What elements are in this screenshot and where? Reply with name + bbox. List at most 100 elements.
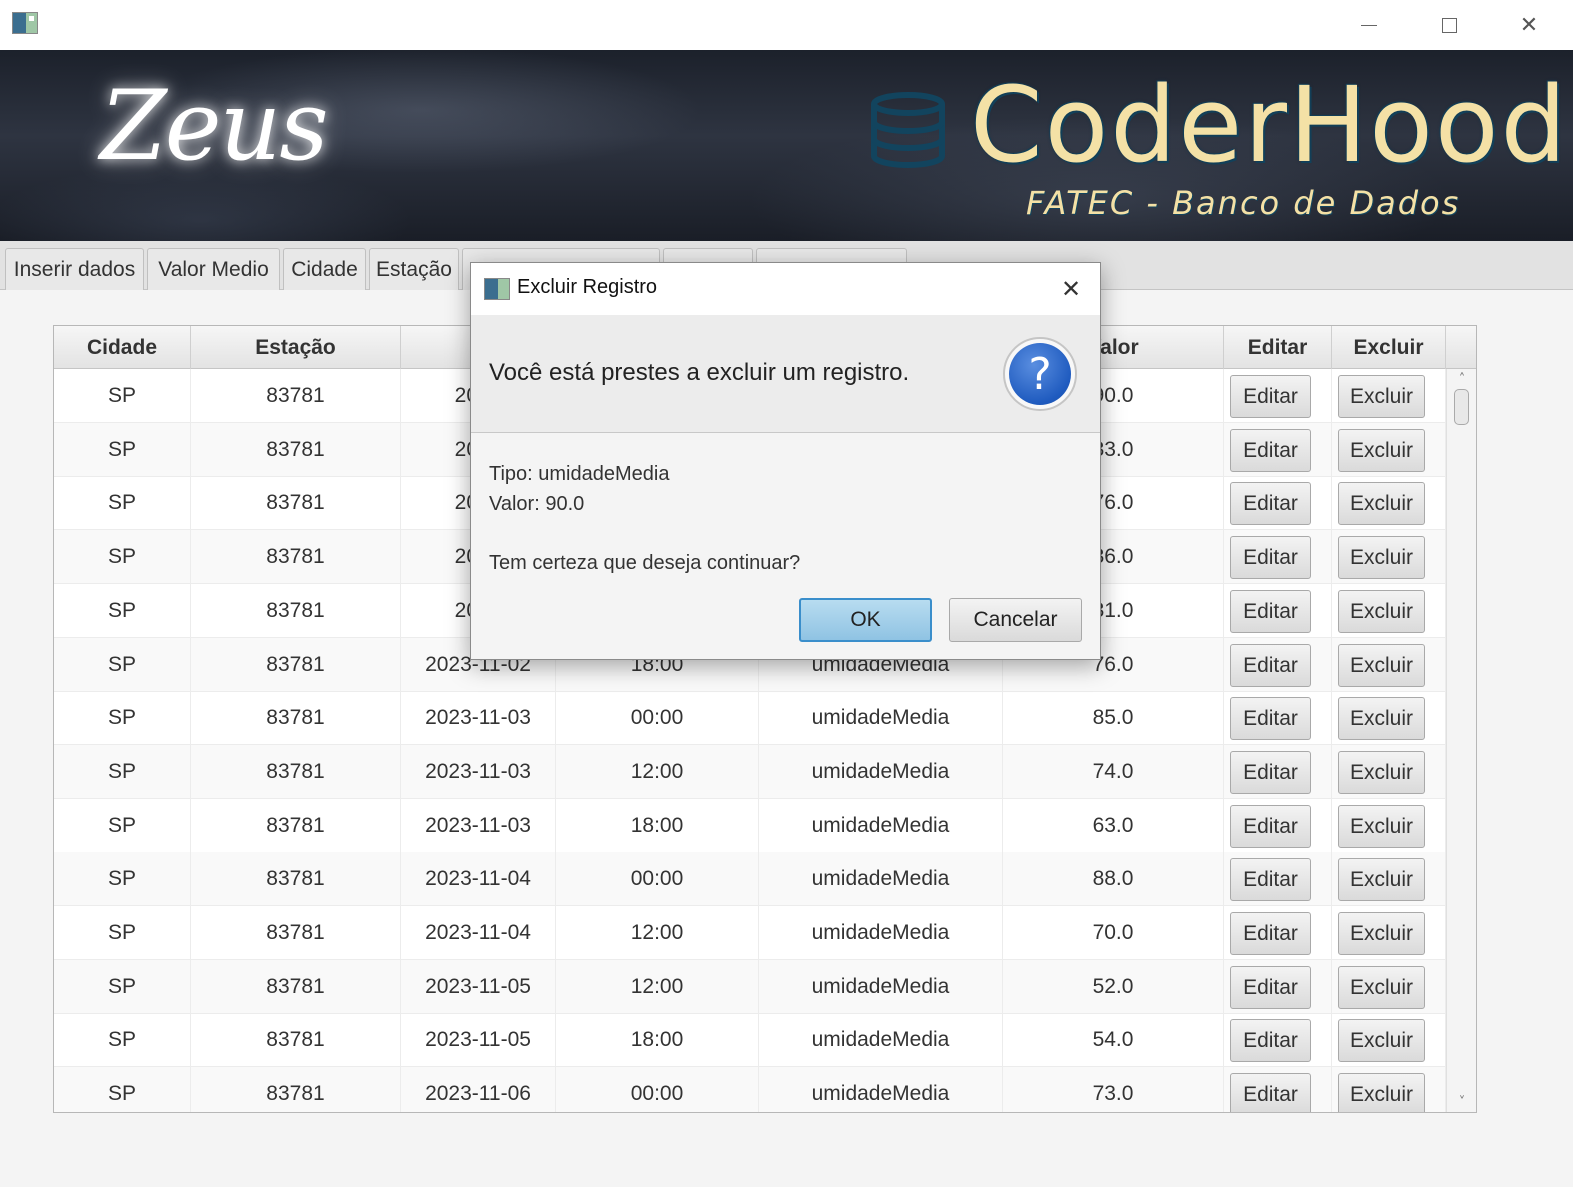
- close-icon: ✕: [1060, 275, 1082, 303]
- cell-cidade: SP: [54, 423, 191, 476]
- table-row[interactable]: SP 83781 2023-11-03 00:00 umidadeMedia 85.0 Ed…: [54, 691, 1446, 745]
- cell-estacao: 83781: [191, 960, 401, 1013]
- edit-button[interactable]: Editar: [1230, 536, 1311, 579]
- edit-button[interactable]: Editar: [1230, 912, 1311, 955]
- edit-button[interactable]: Editar: [1230, 644, 1311, 687]
- cell-valor: 70.0: [1003, 906, 1224, 959]
- cell-estacao: 83781: [191, 584, 401, 637]
- dialog-close-button[interactable]: ✕: [1051, 273, 1091, 305]
- delete-button[interactable]: Excluir: [1338, 805, 1425, 848]
- column-header-editar[interactable]: Editar: [1224, 326, 1332, 369]
- cell-data: 2023-11-03: [401, 691, 556, 744]
- cell-cidade: SP: [54, 906, 191, 959]
- tab-estacao[interactable]: Estação: [369, 248, 459, 290]
- cell-hora: 18:00: [556, 799, 759, 852]
- app-icon: [12, 12, 38, 34]
- cell-valor: 85.0: [1003, 691, 1224, 744]
- zeus-logo: Zeus: [100, 70, 329, 182]
- tab-cidade[interactable]: Cidade: [283, 248, 366, 290]
- cell-estacao: 83781: [191, 423, 401, 476]
- table-row[interactable]: SP 83781 2023-11-06 00:00 umidadeMedia 73.0 Ed…: [54, 1067, 1446, 1112]
- edit-button[interactable]: Editar: [1230, 858, 1311, 901]
- database-icon: [871, 92, 945, 168]
- scroll-thumb[interactable]: [1454, 389, 1469, 425]
- dialog-header: Você está prestes a excluir um registro.…: [471, 315, 1100, 433]
- minimize-icon: [1361, 24, 1377, 26]
- maximize-button[interactable]: [1429, 8, 1469, 42]
- table-row[interactable]: SP 83781 2023-11-04 12:00 umidadeMedia 70.0 Ed…: [54, 906, 1446, 960]
- cell-hora: 00:00: [556, 1067, 759, 1112]
- table-row[interactable]: SP 83781 2023-11-03 12:00 umidadeMedia 74.0 Ed…: [54, 745, 1446, 799]
- edit-button[interactable]: Editar: [1230, 482, 1311, 525]
- delete-button[interactable]: Excluir: [1338, 1073, 1425, 1112]
- cell-estacao: 83781: [191, 906, 401, 959]
- delete-button[interactable]: Excluir: [1338, 644, 1425, 687]
- table-row[interactable]: SP 83781 2023-11-04 00:00 umidadeMedia 88.0 Ed…: [54, 852, 1446, 906]
- edit-button[interactable]: Editar: [1230, 805, 1311, 848]
- edit-button[interactable]: Editar: [1230, 375, 1311, 418]
- delete-button[interactable]: Excluir: [1338, 375, 1425, 418]
- column-header-cidade[interactable]: Cidade: [54, 326, 191, 369]
- delete-button[interactable]: Excluir: [1338, 536, 1425, 579]
- edit-button[interactable]: Editar: [1230, 1019, 1311, 1062]
- header-banner: Zeus CoderHood FATEC - Banco de Dados: [0, 50, 1573, 241]
- cancel-button[interactable]: Cancelar: [949, 598, 1082, 642]
- edit-button[interactable]: Editar: [1230, 590, 1311, 633]
- table-row[interactable]: SP 83781 2023-11-05 12:00 umidadeMedia 52.0 Ed…: [54, 960, 1446, 1014]
- table-row[interactable]: SP 83781 2023-11-03 18:00 umidadeMedia 63.0 Ed…: [54, 799, 1446, 853]
- cell-valor: 73.0: [1003, 1067, 1224, 1112]
- window-titlebar: ✕: [0, 0, 1573, 50]
- cell-cidade: SP: [54, 584, 191, 637]
- edit-button[interactable]: Editar: [1230, 697, 1311, 740]
- cell-cidade: SP: [54, 745, 191, 798]
- tab-valor-medio[interactable]: Valor Medio: [147, 248, 280, 290]
- cell-cidade: SP: [54, 1013, 191, 1066]
- edit-button[interactable]: Editar: [1230, 429, 1311, 472]
- question-mark: ?: [1009, 343, 1071, 405]
- cell-cidade: SP: [54, 852, 191, 905]
- cell-tipo: umidadeMedia: [759, 691, 1003, 744]
- delete-button[interactable]: Excluir: [1338, 751, 1425, 794]
- delete-button[interactable]: Excluir: [1338, 482, 1425, 525]
- cell-cidade: SP: [54, 1067, 191, 1112]
- close-button[interactable]: ✕: [1509, 8, 1549, 42]
- dialog-app-icon: [484, 278, 510, 300]
- cell-estacao: 83781: [191, 852, 401, 905]
- column-header-excluir[interactable]: Excluir: [1332, 326, 1446, 369]
- delete-button[interactable]: Excluir: [1338, 1019, 1425, 1062]
- cell-tipo: umidadeMedia: [759, 852, 1003, 905]
- edit-button[interactable]: Editar: [1230, 966, 1311, 1009]
- delete-button[interactable]: Excluir: [1338, 697, 1425, 740]
- cell-estacao: 83781: [191, 691, 401, 744]
- cell-cidade: SP: [54, 369, 191, 422]
- cell-data: 2023-11-03: [401, 799, 556, 852]
- delete-button[interactable]: Excluir: [1338, 966, 1425, 1009]
- scroll-up-icon[interactable]: ˄: [1447, 369, 1476, 389]
- delete-button[interactable]: Excluir: [1338, 590, 1425, 633]
- tab-inserir-dados[interactable]: Inserir dados: [5, 248, 144, 290]
- delete-button[interactable]: Excluir: [1338, 912, 1425, 955]
- cell-cidade: SP: [54, 530, 191, 583]
- cell-hora: 00:00: [556, 691, 759, 744]
- minimize-button[interactable]: [1349, 8, 1389, 42]
- close-icon: ✕: [1519, 12, 1539, 38]
- delete-button[interactable]: Excluir: [1338, 429, 1425, 472]
- ok-button[interactable]: OK: [799, 598, 932, 642]
- dialog-valor-line: Valor: 90.0: [489, 493, 585, 515]
- cell-data: 2023-11-04: [401, 906, 556, 959]
- edit-button[interactable]: Editar: [1230, 751, 1311, 794]
- vertical-scrollbar[interactable]: ˄ ˅: [1446, 369, 1476, 1112]
- column-header-estacao[interactable]: Estação: [191, 326, 401, 369]
- dialog-header-text: Você está prestes a excluir um registro.: [489, 359, 910, 386]
- edit-button[interactable]: Editar: [1230, 1073, 1311, 1112]
- brand-title: CoderHood: [970, 64, 1569, 186]
- question-icon: ?: [1003, 337, 1077, 411]
- delete-button[interactable]: Excluir: [1338, 858, 1425, 901]
- cell-estacao: 83781: [191, 638, 401, 691]
- cell-data: 2023-11-06: [401, 1067, 556, 1112]
- cell-hora: 00:00: [556, 852, 759, 905]
- cell-valor: 54.0: [1003, 1013, 1224, 1066]
- cell-hora: 12:00: [556, 745, 759, 798]
- table-row[interactable]: SP 83781 2023-11-05 18:00 umidadeMedia 54.0 Ed…: [54, 1013, 1446, 1067]
- scroll-down-icon[interactable]: ˅: [1447, 1092, 1476, 1112]
